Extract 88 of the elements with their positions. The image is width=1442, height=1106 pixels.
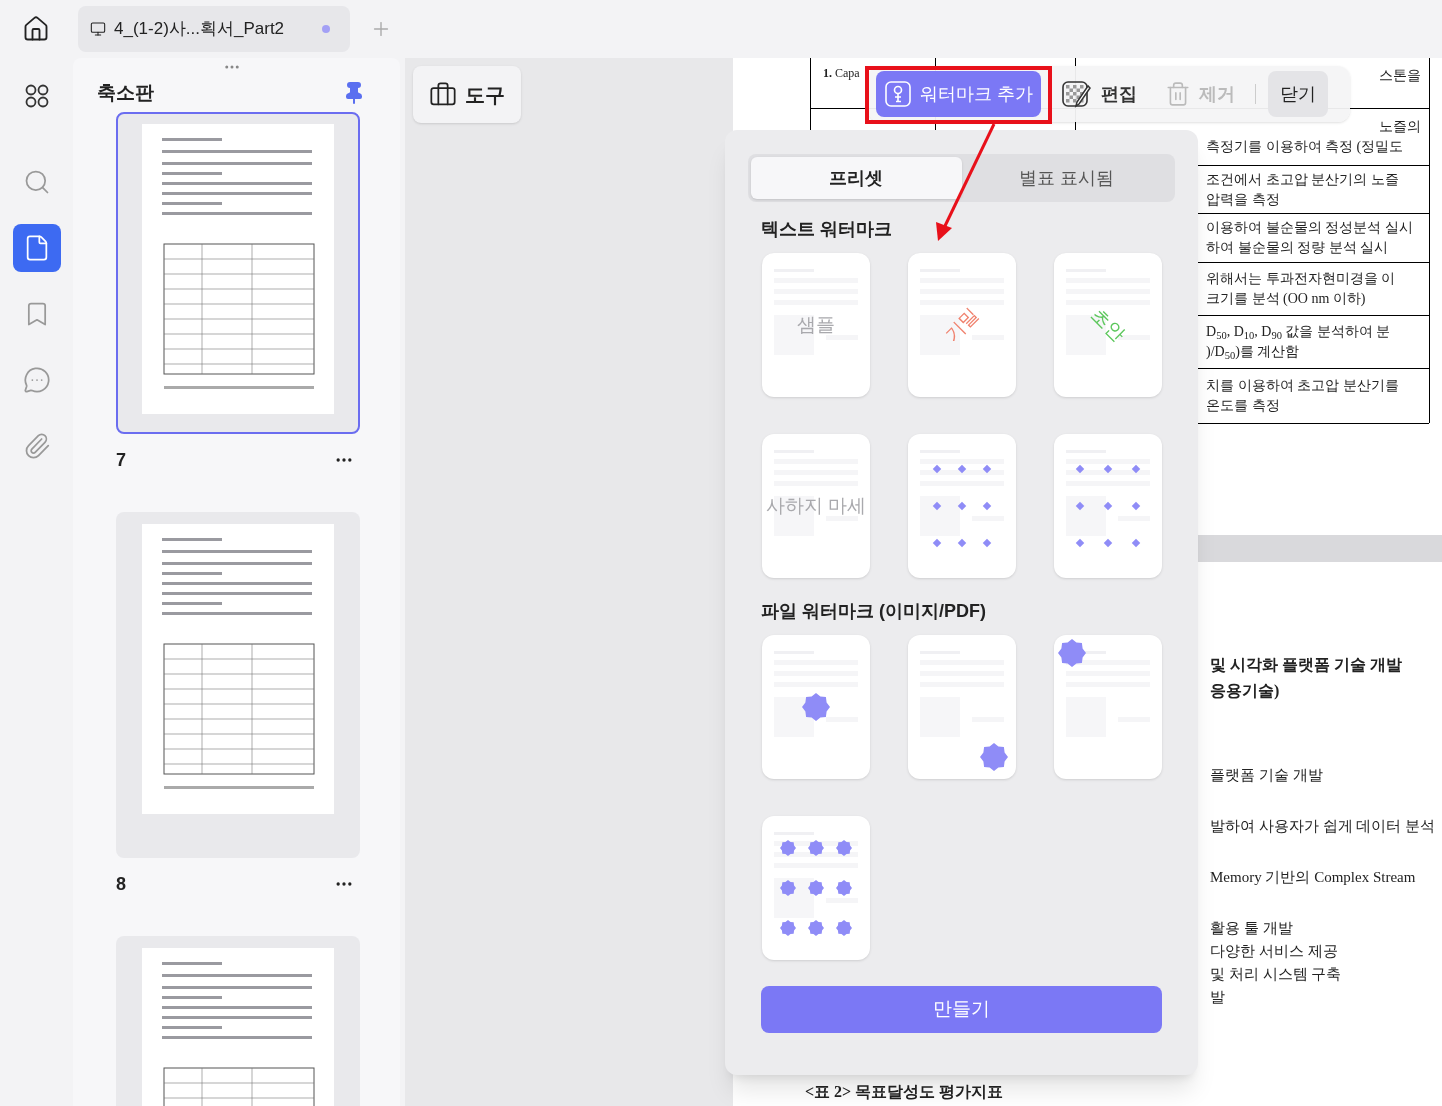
page-thumbnail[interactable] xyxy=(116,112,360,434)
home-icon[interactable] xyxy=(22,15,50,43)
toolbar-button[interactable]: 워터마크 추가 xyxy=(876,71,1041,117)
table-cell-text: 스톤을 xyxy=(1379,67,1422,85)
tiled-mark-icon xyxy=(1131,501,1141,511)
panel-tab[interactable]: 별표 표시됨 xyxy=(961,157,1172,199)
watermark-template[interactable] xyxy=(1054,434,1162,578)
sidebar-title: 축소판 xyxy=(97,80,154,105)
watermark-template[interactable] xyxy=(908,635,1016,779)
watermark-template[interactable]: 사하지 마세 xyxy=(762,434,870,578)
watermark-template[interactable] xyxy=(762,816,870,960)
page-thumbnail[interactable] xyxy=(116,512,360,858)
tiled-mark-icon xyxy=(1131,463,1141,474)
image-mark-icon xyxy=(836,880,852,896)
body-text: Memory 기반의 Complex Stream xyxy=(1210,868,1417,887)
table-cell-text: 크기를 분석 (OO nm 이하) xyxy=(1206,290,1367,308)
grid-icon xyxy=(23,83,50,109)
table-cell-text: 노즐의 xyxy=(1379,118,1422,136)
page-rail-button[interactable] xyxy=(12,224,61,272)
watermark-template[interactable]: 샘플 xyxy=(762,253,870,397)
image-mark-icon xyxy=(808,880,824,896)
monitor-icon xyxy=(90,21,106,37)
tiled-mark-icon xyxy=(1075,538,1085,549)
table-cell-text: D$_{50}$, D$_{10}$, D$_{90}$ 값을 분석하여 분 xyxy=(1206,323,1392,342)
watermark-text: 기밀 xyxy=(939,302,984,348)
section-heading: 응용기술) xyxy=(1210,681,1281,702)
tab-title: 4_(1-2)사...획서_Part2 xyxy=(114,18,286,41)
comment-icon xyxy=(22,366,51,394)
body-text: 다양한 서비스 제공 xyxy=(1210,942,1339,961)
image-mark-icon xyxy=(780,880,796,896)
table-cell-text: 이용하여 불순물의 정성분석 실시 xyxy=(1206,219,1414,237)
image-mark-icon xyxy=(802,693,830,721)
image-mark-icon xyxy=(808,920,824,936)
watermark-template[interactable] xyxy=(1054,635,1162,779)
page-number: 8 xyxy=(116,872,126,896)
image-mark-icon xyxy=(780,920,796,936)
table-cell-text: 측정기를 이용하여 측정 (정밀도 xyxy=(1206,138,1405,156)
body-text: 발 xyxy=(1210,988,1226,1007)
tiled-mark-icon xyxy=(1103,463,1113,474)
watermark-template[interactable]: 기밀 xyxy=(908,253,1016,397)
document-tab[interactable]: 4_(1-2)사...획서_Part2 xyxy=(78,6,350,52)
image-mark-icon xyxy=(808,840,824,856)
body-text: 및 처리 시스템 구축 xyxy=(1210,965,1343,984)
tiled-mark-icon xyxy=(957,501,967,511)
tools-button[interactable]: 도구 xyxy=(413,66,521,123)
watermark-text: 초안 xyxy=(1086,302,1131,348)
close-button[interactable]: 닫기 xyxy=(1268,71,1328,117)
table-cell-text: 1. Capa xyxy=(823,66,860,80)
tiled-mark-icon xyxy=(1075,463,1085,474)
tiled-mark-icon xyxy=(1075,501,1085,511)
section-title: 텍스트 워터마크 xyxy=(761,218,893,241)
section-heading: 및 시각화 플랫폼 기술 개발 xyxy=(1210,655,1403,675)
table-cell-text: )/D$_{50}$)를 계산함 xyxy=(1206,343,1301,362)
tiled-mark-icon xyxy=(982,501,993,511)
page-number: 7 xyxy=(116,448,126,472)
tiled-mark-icon xyxy=(1103,538,1113,549)
table-cell-text: 위해서는 투과전자현미경을 이 xyxy=(1206,270,1396,288)
table-cell-text: 하여 불순물의 정량 분석 실시 xyxy=(1206,239,1389,257)
table-cell-text: 치를 이용하여 초고압 분산기를 xyxy=(1206,377,1400,395)
watermark-text: 샘플 xyxy=(797,312,835,337)
body-text: 발하여 사용자가 쉽게 데이터 분석 xyxy=(1210,817,1436,836)
panel-tab[interactable]: 프리셋 xyxy=(751,157,962,199)
watermark-template[interactable] xyxy=(762,635,870,779)
section-title: 파일 워터마크 (이미지/PDF) xyxy=(761,600,987,623)
trash-icon xyxy=(1165,81,1191,107)
image-mark-icon xyxy=(836,920,852,936)
table-cell-text: 조건에서 초고압 분산기의 노즐 xyxy=(1206,170,1400,189)
body-text: 플랫폼 기술 개발 xyxy=(1210,766,1324,785)
watermark-template[interactable]: 초안 xyxy=(1054,253,1162,397)
tiled-mark-icon xyxy=(931,501,942,511)
pattern-pencil-icon xyxy=(1061,80,1093,108)
table-cell-text: 압력을 측정 xyxy=(1206,190,1281,209)
body-text: 활용 툴 개발 xyxy=(1210,919,1294,938)
image-mark-icon xyxy=(1058,639,1086,667)
toolbar-button[interactable]: 편집 xyxy=(1053,71,1145,117)
table-cell-text: 온도를 측정 xyxy=(1206,397,1281,415)
image-mark-icon xyxy=(780,840,796,856)
tiled-mark-icon xyxy=(957,538,967,549)
stamp-icon xyxy=(884,80,912,108)
image-mark-icon xyxy=(980,743,1008,771)
watermark-text: 사하지 마세 xyxy=(765,493,867,518)
tiled-mark-icon xyxy=(1131,538,1141,549)
watermark-template[interactable] xyxy=(908,434,1016,578)
tiled-mark-icon xyxy=(957,463,967,474)
image-mark-icon xyxy=(836,840,852,856)
create-button[interactable]: 만들기 xyxy=(761,986,1162,1033)
tiled-mark-icon xyxy=(1103,501,1113,511)
table-caption: <표 2> 목표달성도 평가지표 xyxy=(805,1082,1005,1102)
